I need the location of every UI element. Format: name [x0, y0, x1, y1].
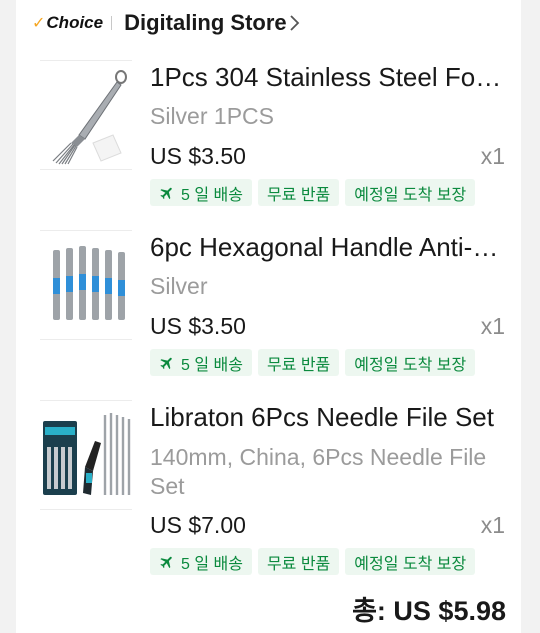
item-tags: 5 일 배송 무료 반품 예정일 도착 보장 — [150, 179, 476, 206]
delivery-tag-label: 5 일 배송 — [181, 356, 243, 374]
airplane-icon — [159, 185, 175, 201]
hex-bits-image — [53, 246, 125, 320]
checkmark-icon: ✓ — [32, 15, 46, 32]
product-image-hex-bits[interactable] — [40, 230, 132, 340]
choice-badge: ✓ Choice — [32, 13, 103, 33]
product-image-fork-tool[interactable] — [40, 60, 132, 170]
order-item[interactable]: 1Pcs 304 Stainless Steel Fork Tool Silve… — [16, 60, 521, 212]
item-variant: Silver 1PCS — [150, 103, 274, 129]
total-label: 총: — [352, 596, 386, 626]
item-variant: Silver — [150, 273, 208, 299]
guaranteed-arrival-tag: 예정일 도착 보장 — [345, 179, 476, 206]
order-item[interactable]: Libraton 6Pcs Needle File Set 140mm, Chi… — [16, 400, 521, 585]
item-quantity: x1 — [480, 143, 505, 169]
guaranteed-arrival-tag: 예정일 도착 보장 — [345, 548, 476, 575]
order-item[interactable]: 6pc Hexagonal Handle Anti-slip Bits Silv… — [16, 230, 521, 382]
guaranteed-arrival-tag: 예정일 도착 보장 — [345, 349, 476, 376]
chevron-right-icon[interactable] — [289, 13, 301, 33]
total-value: US $5.98 — [393, 596, 506, 626]
item-title[interactable]: Libraton 6Pcs Needle File Set — [150, 400, 506, 434]
item-quantity: x1 — [480, 313, 505, 339]
delivery-tag-label: 5 일 배송 — [181, 186, 243, 204]
item-price: US $3.50 — [150, 143, 246, 169]
store-header[interactable]: ✓ Choice Digitaling Store — [16, 6, 521, 40]
needle-file-set-image — [43, 413, 131, 495]
product-image-needle-files[interactable] — [40, 400, 132, 510]
item-tags: 5 일 배송 무료 반품 예정일 도착 보장 — [150, 548, 476, 575]
item-title[interactable]: 1Pcs 304 Stainless Steel Fork Tool — [150, 60, 506, 94]
delivery-tag-label: 5 일 배송 — [181, 555, 243, 573]
airplane-icon — [159, 355, 175, 371]
free-return-tag: 무료 반품 — [257, 548, 340, 575]
airplane-icon — [159, 554, 175, 570]
badge-divider — [111, 16, 113, 30]
free-return-tag: 무료 반품 — [257, 179, 340, 206]
store-name[interactable]: Digitaling Store — [124, 10, 287, 36]
item-price: US $3.50 — [150, 313, 246, 339]
fork-tool-image — [52, 70, 127, 165]
item-title[interactable]: 6pc Hexagonal Handle Anti-slip Bits — [150, 230, 506, 264]
delivery-tag: 5 일 배송 — [150, 179, 252, 206]
order-card: ✓ Choice Digitaling Store 1Pcs 304 Stain… — [16, 0, 521, 633]
item-quantity: x1 — [480, 512, 505, 538]
delivery-tag: 5 일 배송 — [150, 548, 252, 575]
order-total: 총: US $5.98 — [352, 589, 506, 628]
free-return-tag: 무료 반품 — [257, 349, 340, 376]
choice-label: Choice — [46, 13, 104, 32]
item-tags: 5 일 배송 무료 반품 예정일 도착 보장 — [150, 349, 476, 376]
item-price: US $7.00 — [150, 512, 246, 538]
delivery-tag: 5 일 배송 — [150, 349, 252, 376]
item-variant: 140mm, China, 6Pcs Needle File Set — [150, 444, 487, 499]
